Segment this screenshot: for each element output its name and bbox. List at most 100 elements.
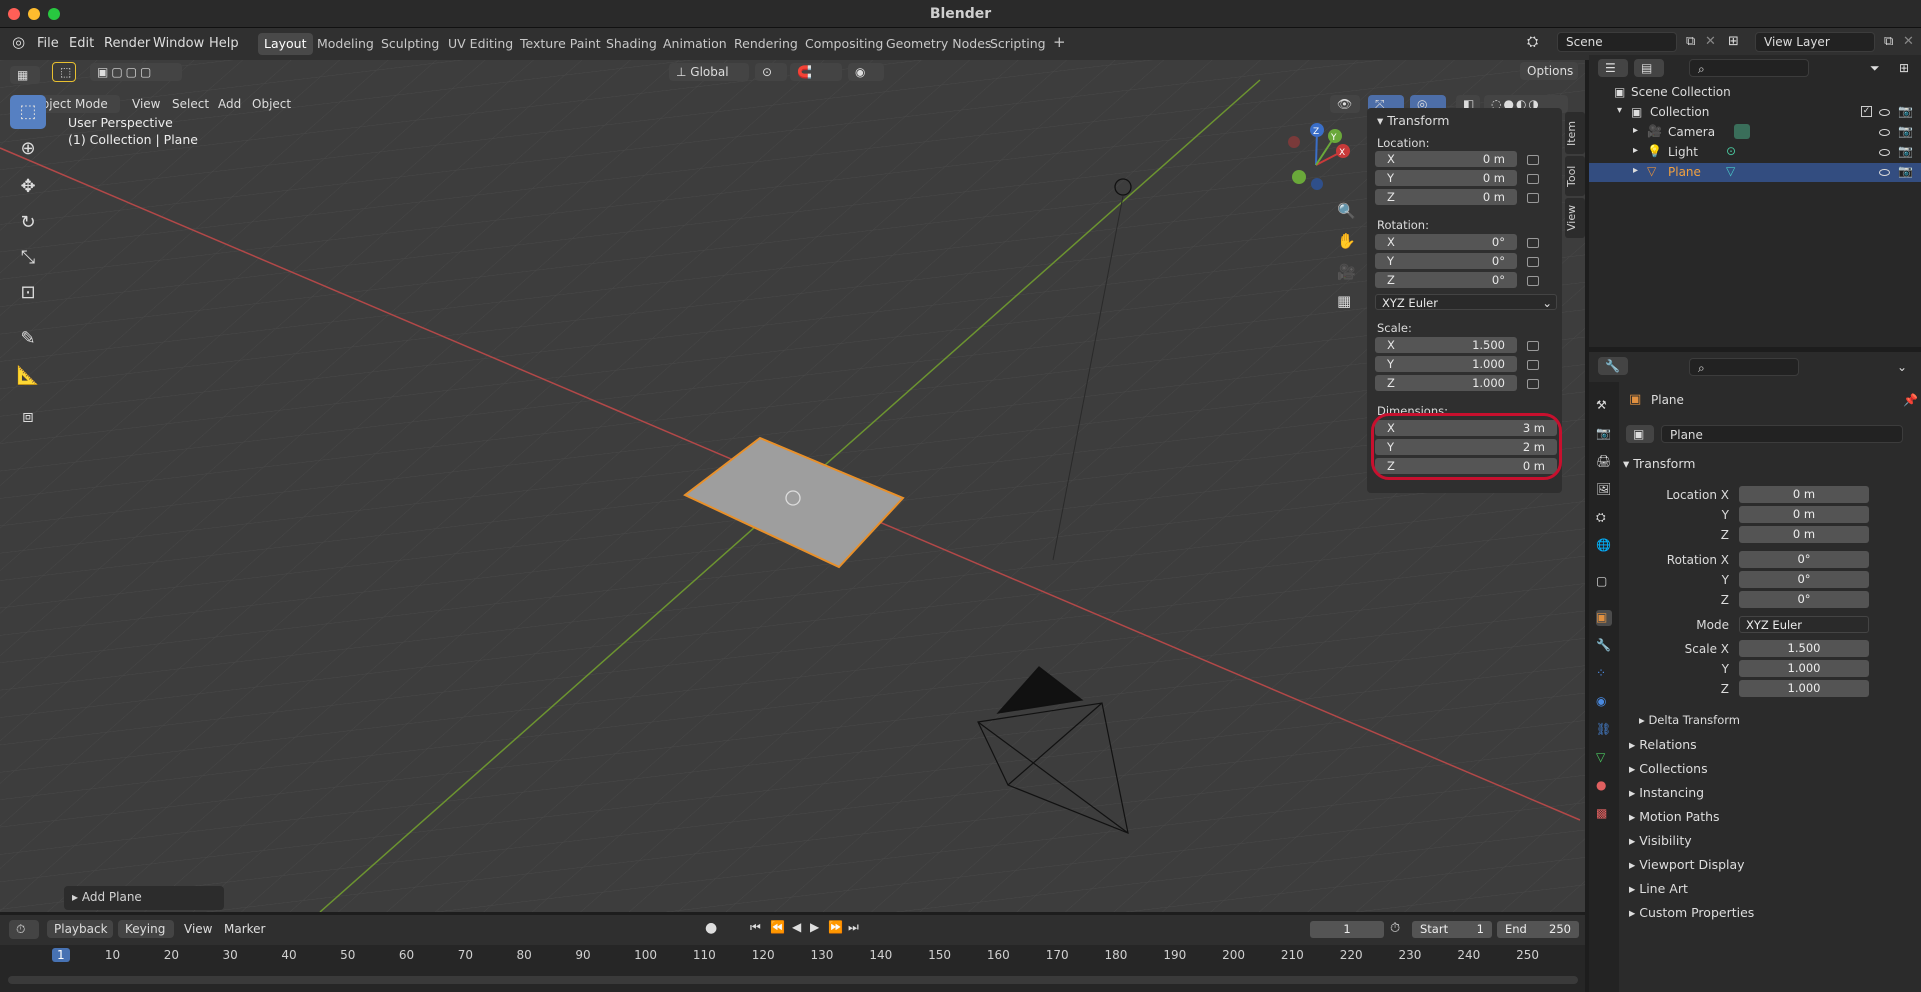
tool-measure[interactable]: 📐 bbox=[10, 359, 46, 393]
section-collections[interactable]: ▸ Collections bbox=[1629, 761, 1708, 776]
jump-end-icon[interactable]: ⏭ bbox=[848, 920, 859, 935]
editor-type-icon[interactable]: ▦ bbox=[10, 66, 40, 84]
constraints-tab-icon[interactable]: ⛓ bbox=[1596, 722, 1612, 738]
scale-z-field[interactable]: Z 1.000 bbox=[1375, 375, 1517, 391]
view-layer-selector[interactable]: View Layer bbox=[1755, 32, 1875, 52]
rotation-y-field[interactable]: Y 0° bbox=[1375, 253, 1517, 269]
outliner-search-input[interactable]: ⌕ bbox=[1689, 59, 1809, 77]
tool-cursor[interactable]: ⊕ bbox=[10, 132, 46, 166]
new-scene-icon[interactable]: ⧉ bbox=[1686, 34, 1695, 49]
menu-file[interactable]: File bbox=[37, 36, 59, 51]
display-mode-icon[interactable]: ▤ bbox=[1634, 59, 1664, 77]
current-frame-field[interactable]: 1 bbox=[1310, 921, 1384, 938]
object-browse-icon[interactable]: ▣ bbox=[1626, 425, 1654, 443]
checkbox-icon[interactable]: ✓ bbox=[1861, 106, 1872, 117]
timeline-menu-marker[interactable]: Marker bbox=[224, 922, 265, 936]
timeline-scrollbar[interactable] bbox=[8, 976, 1578, 984]
viewport-menu-add[interactable]: Add bbox=[218, 97, 241, 111]
eye-icon[interactable] bbox=[1879, 169, 1890, 176]
expand-arrow-icon[interactable]: ▾ bbox=[1617, 105, 1622, 116]
object-tab-icon[interactable]: ▣ bbox=[1596, 610, 1612, 626]
tool-rotate[interactable]: ↻ bbox=[10, 206, 46, 240]
new-view-layer-icon[interactable]: ⧉ bbox=[1884, 34, 1893, 49]
location-y-field[interactable]: Y 0 m bbox=[1375, 170, 1517, 186]
particles-tab-icon[interactable]: ⁘ bbox=[1596, 666, 1612, 682]
pan-hand-icon[interactable]: ✋ bbox=[1337, 232, 1356, 250]
tab-geometry-nodes[interactable]: Geometry Nodes bbox=[880, 33, 997, 55]
output-tab-icon[interactable]: 🖨 bbox=[1596, 454, 1612, 470]
location-x-field[interactable]: X 0 m bbox=[1375, 151, 1517, 167]
blender-logo-icon[interactable]: ◎ bbox=[12, 33, 25, 51]
play-icon[interactable]: ▶ bbox=[810, 920, 819, 934]
rotation-mode-dropdown[interactable]: XYZ Euler ⌄ bbox=[1375, 294, 1557, 310]
end-frame-field[interactable]: End 250 bbox=[1497, 921, 1579, 938]
mesh-data-icon[interactable]: ▽ bbox=[1726, 164, 1735, 178]
eye-icon[interactable] bbox=[1879, 129, 1890, 136]
camera-data-icon[interactable] bbox=[1734, 124, 1750, 139]
scene-tab-icon[interactable]: ⛭ bbox=[1596, 510, 1612, 526]
prop-location-x[interactable]: 0 m bbox=[1739, 486, 1869, 503]
sidebar-tab-item[interactable]: Item bbox=[1565, 112, 1585, 154]
prop-location-z[interactable]: 0 m bbox=[1739, 526, 1869, 543]
view-layer-tab-icon[interactable]: 🖼 bbox=[1596, 482, 1612, 498]
lock-icon[interactable] bbox=[1527, 379, 1539, 389]
navigation-gizmo[interactable]: Z X Y bbox=[1283, 122, 1363, 202]
outliner-scene-collection[interactable]: ▣ Scene Collection bbox=[1589, 83, 1921, 102]
prop-scale-y[interactable]: 1.000 bbox=[1739, 660, 1869, 677]
last-operator-panel[interactable]: ▸ Add Plane bbox=[64, 886, 224, 910]
lock-icon[interactable] bbox=[1527, 257, 1539, 267]
3d-viewport[interactable]: ▦ ⬚ ▣▢▢▢ ⊥ Global ⊙ 🧲 ◉ Options ◫ Object… bbox=[0, 60, 1585, 912]
tab-uv-editing[interactable]: UV Editing bbox=[442, 33, 519, 55]
viewport-menu-view[interactable]: View bbox=[132, 97, 160, 111]
clock-icon[interactable]: ⏱ bbox=[1390, 921, 1400, 936]
pivot-icon[interactable]: ⊙ bbox=[755, 63, 787, 81]
record-keyframe-icon[interactable]: ● bbox=[705, 920, 717, 936]
modifier-tab-icon[interactable]: 🔧 bbox=[1596, 638, 1612, 654]
tab-sculpting[interactable]: Sculpting bbox=[375, 33, 445, 55]
lock-icon[interactable] bbox=[1527, 341, 1539, 351]
sidebar-tab-tool[interactable]: Tool bbox=[1565, 156, 1585, 196]
expand-arrow-icon[interactable]: ▸ bbox=[1633, 165, 1638, 176]
npanel-transform-header[interactable]: ▾ Transform bbox=[1377, 113, 1449, 128]
prop-scale-z[interactable]: 1.000 bbox=[1739, 680, 1869, 697]
world-tab-icon[interactable]: 🌐 bbox=[1596, 538, 1612, 554]
collection-tab-icon[interactable]: ▢ bbox=[1596, 574, 1612, 590]
light-data-icon[interactable]: ⊙ bbox=[1726, 144, 1736, 158]
menu-render[interactable]: Render bbox=[104, 36, 150, 51]
delta-transform-header[interactable]: ▸ Delta Transform bbox=[1639, 713, 1740, 727]
start-frame-field[interactable]: Start 1 bbox=[1412, 921, 1492, 938]
pin-icon[interactable]: 📌 bbox=[1903, 393, 1918, 407]
camera-view-icon[interactable]: 🎥 bbox=[1337, 263, 1356, 281]
section-custom-properties[interactable]: ▸ Custom Properties bbox=[1629, 905, 1754, 920]
filter-icon[interactable]: ⏷ bbox=[1870, 61, 1880, 76]
prop-scale-x[interactable]: 1.500 bbox=[1739, 640, 1869, 657]
menu-help[interactable]: Help bbox=[209, 36, 239, 51]
outliner-item-plane[interactable]: ▸ ▽ Plane ▽ 📷 bbox=[1589, 163, 1921, 182]
outliner-item-light[interactable]: ▸ 💡 Light ⊙ 📷 bbox=[1589, 143, 1921, 162]
chevron-down-icon[interactable]: ⌄ bbox=[1897, 360, 1907, 374]
timeline-menu-view[interactable]: View bbox=[184, 922, 212, 936]
play-reverse-icon[interactable]: ◀ bbox=[792, 920, 801, 934]
tab-compositing[interactable]: Compositing bbox=[799, 33, 889, 55]
physics-tab-icon[interactable]: ◉ bbox=[1596, 694, 1612, 710]
tool-move[interactable]: ✥ bbox=[10, 170, 46, 204]
properties-search-input[interactable]: ⌕ bbox=[1689, 358, 1799, 376]
current-frame-marker[interactable]: 1 bbox=[52, 948, 70, 962]
tab-texture-paint[interactable]: Texture Paint bbox=[514, 33, 607, 55]
section-viewport-display[interactable]: ▸ Viewport Display bbox=[1629, 857, 1745, 872]
proportional-edit-icon[interactable]: ◉ bbox=[848, 63, 884, 81]
transform-panel-header[interactable]: ▾ Transform bbox=[1623, 456, 1695, 471]
ortho-toggle-icon[interactable]: ▦ bbox=[1337, 292, 1351, 310]
tab-modeling[interactable]: Modeling bbox=[311, 33, 380, 55]
tab-scripting[interactable]: Scripting bbox=[984, 33, 1052, 55]
delete-scene-icon[interactable]: ✕ bbox=[1705, 34, 1716, 49]
texture-tab-icon[interactable]: ▩ bbox=[1596, 806, 1612, 822]
prop-location-y[interactable]: 0 m bbox=[1739, 506, 1869, 523]
select-box-icon[interactable]: ⬚ bbox=[52, 62, 76, 82]
new-collection-icon[interactable]: ⊞ bbox=[1899, 61, 1909, 75]
tool-tab-icon[interactable]: ⚒ bbox=[1596, 398, 1612, 414]
tab-rendering[interactable]: Rendering bbox=[728, 33, 804, 55]
lock-icon[interactable] bbox=[1527, 360, 1539, 370]
tool-add-cube[interactable]: ⧈ bbox=[10, 400, 46, 434]
location-z-field[interactable]: Z 0 m bbox=[1375, 189, 1517, 205]
